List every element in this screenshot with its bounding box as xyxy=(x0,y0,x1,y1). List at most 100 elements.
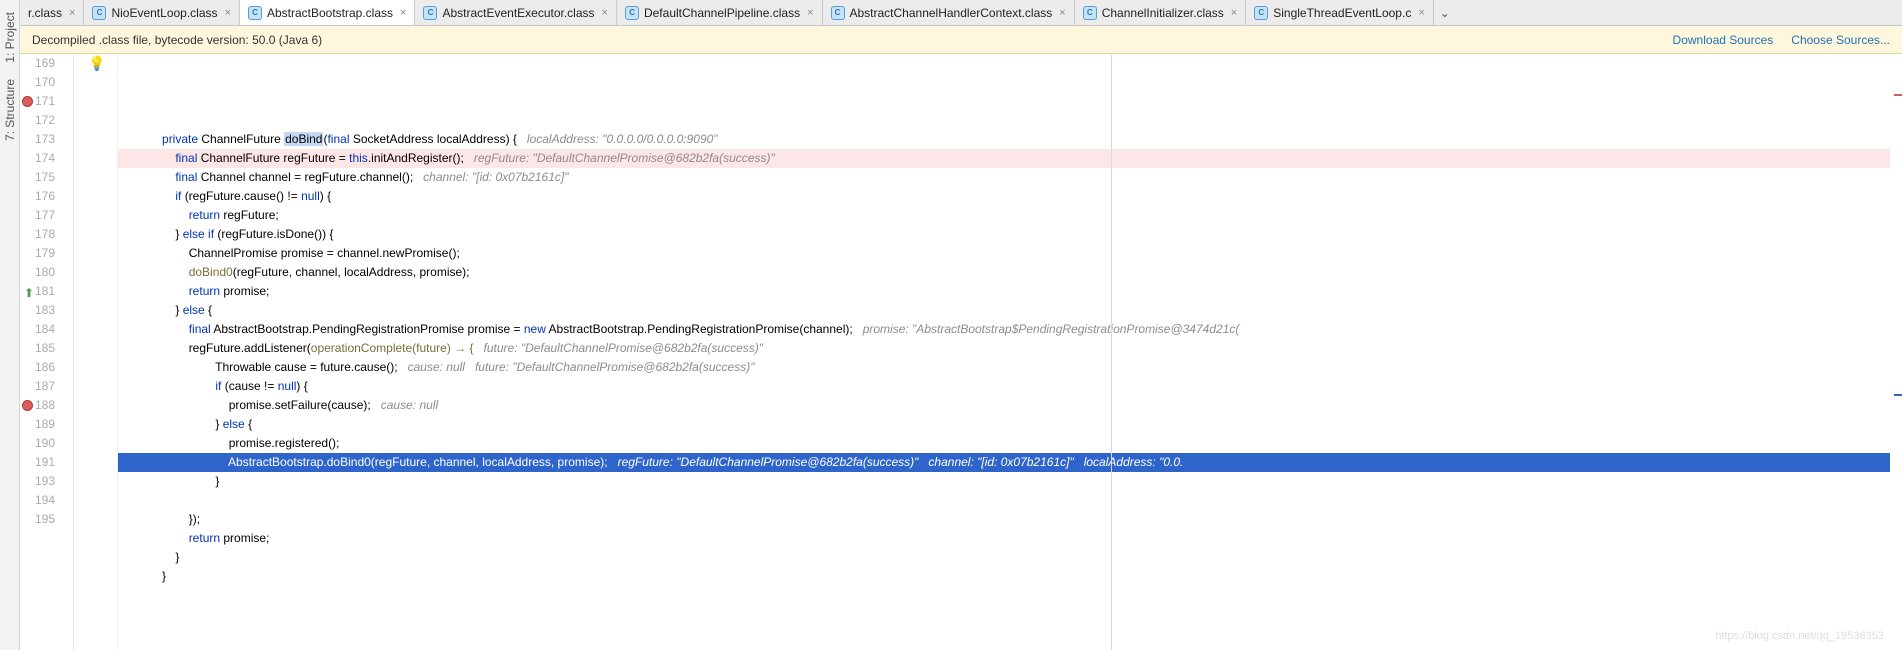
code-line[interactable] xyxy=(118,111,1902,130)
code-line[interactable] xyxy=(118,491,1902,510)
line-number[interactable]: 185 xyxy=(20,339,55,358)
breakpoint-icon[interactable] xyxy=(22,400,33,411)
line-number[interactable]: 184 xyxy=(20,320,55,339)
line-number[interactable]: 194 xyxy=(20,491,55,510)
return-arrow-icon: ⬆ xyxy=(22,284,34,296)
download-sources-link[interactable]: Download Sources xyxy=(1673,33,1774,47)
line-number[interactable]: 170 xyxy=(20,73,55,92)
code-line[interactable]: if (cause != null) { xyxy=(118,377,1902,396)
class-file-icon: C xyxy=(1254,6,1268,20)
code-line[interactable]: final ChannelFuture regFuture = this.ini… xyxy=(118,149,1902,168)
code-line[interactable]: final Channel channel = regFuture.channe… xyxy=(118,168,1902,187)
split-divider[interactable] xyxy=(1111,54,1112,650)
line-number[interactable]: 191 xyxy=(20,453,55,472)
code-line[interactable]: private ChannelFuture doBind(final Socke… xyxy=(118,130,1902,149)
tab-label: AbstractEventExecutor.class xyxy=(442,6,594,20)
code-line[interactable]: if (regFuture.cause() != null) { xyxy=(118,187,1902,206)
line-number[interactable]: 190 xyxy=(20,434,55,453)
code-line[interactable]: } else { xyxy=(118,301,1902,320)
code-line[interactable]: regFuture.addListener(operationComplete(… xyxy=(118,339,1902,358)
code-editor[interactable]: ⬆ 16917017117217317417517617717817918018… xyxy=(20,54,1902,650)
close-icon[interactable]: × xyxy=(1418,7,1424,19)
banner-text: Decompiled .class file, bytecode version… xyxy=(32,33,322,47)
line-number[interactable]: 177 xyxy=(20,206,55,225)
code-line[interactable]: return promise; xyxy=(118,282,1902,301)
choose-sources-link[interactable]: Choose Sources... xyxy=(1791,33,1890,47)
editor-tab[interactable]: CNioEventLoop.class× xyxy=(84,0,240,25)
line-number[interactable]: 172 xyxy=(20,111,55,130)
class-file-icon: C xyxy=(831,6,845,20)
banner-links: Download Sources Choose Sources... xyxy=(1673,33,1890,47)
line-number[interactable]: 174 xyxy=(20,149,55,168)
close-icon[interactable]: × xyxy=(400,7,406,19)
line-number[interactable]: 169 xyxy=(20,54,55,73)
close-icon[interactable]: × xyxy=(807,7,813,19)
line-number[interactable]: 180 xyxy=(20,263,55,282)
error-stripe[interactable] xyxy=(1890,54,1902,650)
watermark: https://blog.csdn.net/qq_19536353 xyxy=(1715,627,1884,646)
close-icon[interactable]: × xyxy=(1231,7,1237,19)
code-line[interactable]: AbstractBootstrap.doBind0(regFuture, cha… xyxy=(118,453,1902,472)
close-icon[interactable]: × xyxy=(1059,7,1065,19)
code-line[interactable]: } xyxy=(118,472,1902,491)
line-number[interactable]: 195 xyxy=(20,510,55,529)
line-number[interactable]: 193 xyxy=(20,472,55,491)
intention-bulb-icon[interactable]: 💡 xyxy=(88,54,105,73)
code-line[interactable]: return regFuture; xyxy=(118,206,1902,225)
editor-tab[interactable]: C DefaultChannelPipeline.class × xyxy=(617,0,823,25)
stripe-mark[interactable] xyxy=(1894,94,1902,96)
code-line[interactable]: final AbstractBootstrap.PendingRegistrat… xyxy=(118,320,1902,339)
code-line[interactable]: Throwable cause = future.cause(); cause:… xyxy=(118,358,1902,377)
line-number[interactable]: 175 xyxy=(20,168,55,187)
line-number[interactable]: 189 xyxy=(20,415,55,434)
code-line[interactable]: } else { xyxy=(118,415,1902,434)
line-number[interactable]: 179 xyxy=(20,244,55,263)
line-number[interactable]: 176 xyxy=(20,187,55,206)
stripe-mark[interactable] xyxy=(1894,394,1902,396)
code-line[interactable]: } else if (regFuture.isDone()) { xyxy=(118,225,1902,244)
editor-tabs: r.class × C NioEventLoop.class × C AbstractBoo… xyxy=(20,0,1902,26)
code-line[interactable]: promise.registered(); xyxy=(118,434,1902,453)
code-line[interactable]: }); xyxy=(118,510,1902,529)
class-file-icon: C xyxy=(1083,6,1097,20)
tab-label: AbstractBootstrap.class xyxy=(267,6,393,20)
class-file-icon: C xyxy=(248,6,262,20)
code-line[interactable]: } xyxy=(118,548,1902,567)
line-number[interactable]: 178 xyxy=(20,225,55,244)
code-line[interactable]: doBind0(regFuture, channel, localAddress… xyxy=(118,263,1902,282)
code-line[interactable]: return promise; xyxy=(118,529,1902,548)
tab-label: AbstractChannelHandlerContext.class xyxy=(850,6,1053,20)
close-icon[interactable]: × xyxy=(225,7,231,19)
editor-tab[interactable]: C SingleThreadEventLoop.c × xyxy=(1246,0,1434,25)
line-number[interactable]: 186 xyxy=(20,358,55,377)
line-number-gutter: ⬆ 16917017117217317417517617717817918018… xyxy=(20,54,74,650)
left-tool-sidebar: 1: Project 7: Structure xyxy=(0,0,20,650)
close-icon[interactable]: × xyxy=(602,7,608,19)
editor-tab[interactable]: r.class × xyxy=(20,0,84,25)
code-line[interactable]: ChannelPromise promise = channel.newProm… xyxy=(118,244,1902,263)
tab-label: ChannelInitializer.class xyxy=(1102,6,1224,20)
line-number[interactable]: 183 xyxy=(20,301,55,320)
fold-gutter: 💡 xyxy=(74,54,118,650)
close-icon[interactable]: × xyxy=(69,7,75,19)
code-line[interactable]: promise.setFailure(cause); cause: null xyxy=(118,396,1902,415)
editor-tab[interactable]: C ChannelInitializer.class × xyxy=(1075,0,1247,25)
tab-label: NioEventLoop.class xyxy=(111,6,217,20)
tab-label: r.class xyxy=(28,6,62,20)
editor-tab[interactable]: C AbstractChannelHandlerContext.class × xyxy=(823,0,1075,25)
editor-tab[interactable]: C AbstractBootstrap.class × xyxy=(240,0,416,26)
breakpoint-icon[interactable] xyxy=(22,96,33,107)
line-number[interactable]: 173 xyxy=(20,130,55,149)
decompiled-banner: Decompiled .class file, bytecode version… xyxy=(20,26,1902,54)
sidebar-tool-project[interactable]: 1: Project xyxy=(1,4,19,71)
tabs-overflow-button[interactable]: ⌄ xyxy=(1434,0,1456,25)
code-line[interactable]: } xyxy=(118,567,1902,586)
code-area[interactable]: private ChannelFuture doBind(final Socke… xyxy=(118,54,1902,650)
tab-label: DefaultChannelPipeline.class xyxy=(644,6,800,20)
class-file-icon: C xyxy=(625,6,639,20)
sidebar-tool-structure[interactable]: 7: Structure xyxy=(1,71,19,149)
class-file-icon: C xyxy=(423,6,437,20)
editor-tab[interactable]: C AbstractEventExecutor.class × xyxy=(415,0,617,25)
tab-label: SingleThreadEventLoop.c xyxy=(1273,6,1411,20)
line-number[interactable]: 187 xyxy=(20,377,55,396)
